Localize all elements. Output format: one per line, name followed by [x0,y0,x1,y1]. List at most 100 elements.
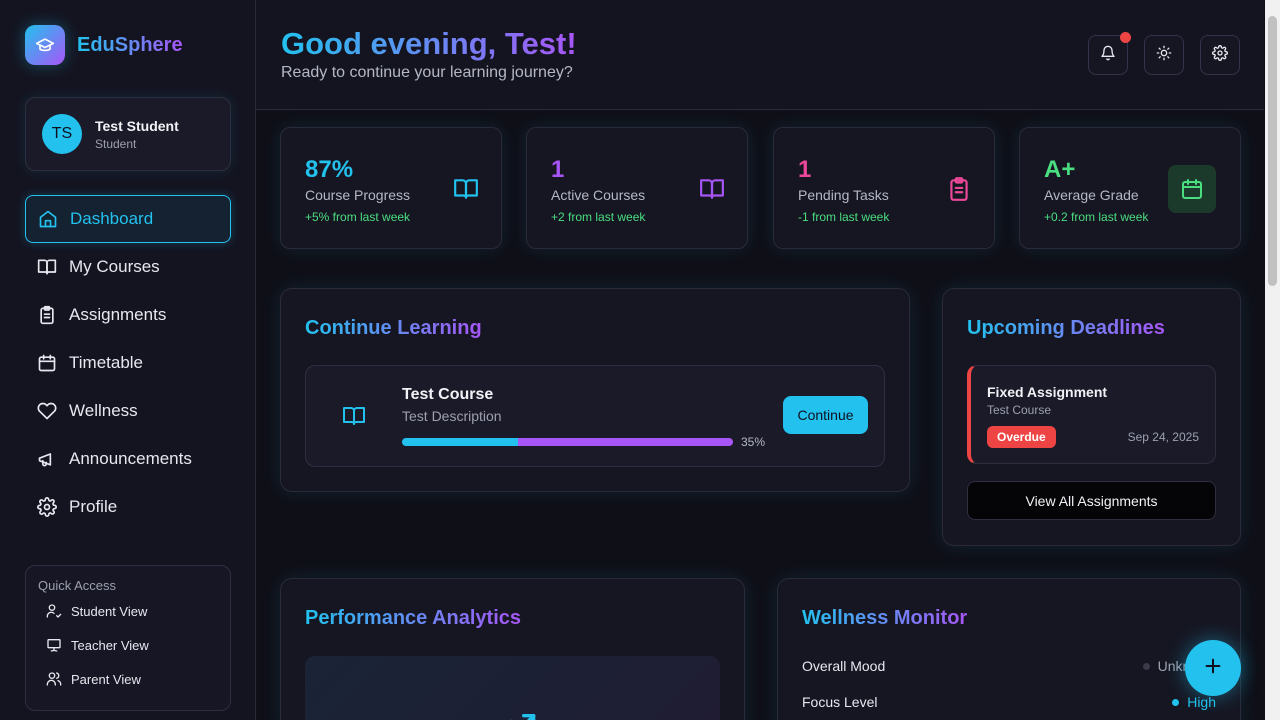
nav-item-assignments[interactable]: Assignments [25,291,231,339]
course-name: Test Course [402,386,494,403]
gear-icon [1212,44,1228,66]
main-nav: Dashboard My Courses Assignments Timetab… [25,195,231,531]
user-check-icon [46,603,62,619]
stat-delta: +2 from last week [551,210,646,224]
nav-label: Wellness [69,401,138,420]
continue-learning-card: Continue Learning Test Course Test Descr… [280,288,910,492]
quick-item-label: Teacher View [71,637,149,653]
nav-item-profile[interactable]: Profile [25,483,231,531]
notification-dot [1120,32,1131,43]
stat-delta: +0.2 from last week [1044,210,1149,224]
sidebar: EduSphere TS Test Student Student Dashbo… [0,0,256,720]
book-icon [699,176,725,202]
heart-icon [37,401,57,421]
nav-label: Profile [69,497,118,516]
greeting-title: Good evening, Test! [281,26,577,61]
course-description: Test Description [402,408,502,424]
nav-item-my-courses[interactable]: My Courses [25,243,231,291]
course-progress-label: 35% [741,435,766,449]
section-title: Upcoming Deadlines [967,317,1165,339]
theme-toggle-button[interactable] [1144,35,1184,75]
upcoming-deadlines-card: Upcoming Deadlines Fixed Assignment Test… [942,288,1241,546]
app-name: EduSphere [77,33,183,56]
book-icon [453,176,479,202]
megaphone-icon [37,449,57,469]
quick-item-parent-view[interactable]: Parent View [38,663,218,695]
calendar-icon [37,353,57,373]
view-all-assignments-button[interactable]: View All Assignments [967,481,1216,520]
avatar: TS [42,114,82,154]
clipboard-icon [37,305,57,325]
user-name: Test Student [95,117,179,134]
app-logo[interactable]: EduSphere [25,25,183,65]
notifications-button[interactable] [1088,32,1131,75]
calendar-icon [1168,165,1216,213]
greeting-subtitle: Ready to continue your learning journey? [281,64,573,81]
stat-card-course-progress: 87% Course Progress +5% from last week [280,127,502,249]
performance-chart-placeholder [305,656,720,720]
section-title: Wellness Monitor [802,607,968,629]
quick-item-student-view[interactable]: Student View [38,595,218,627]
stat-value: 1 [798,156,812,183]
scrollbar-thumb[interactable] [1268,16,1277,286]
nav-item-timetable[interactable]: Timetable [25,339,231,387]
quick-item-label: Parent View [71,671,141,687]
vertical-scrollbar[interactable] [1265,0,1280,720]
section-title: Performance Analytics [305,607,522,629]
user-role: Student [95,136,137,151]
wellness-value-focus: High [1172,694,1216,710]
status-dot [1172,698,1180,706]
nav-label: Timetable [69,353,144,372]
nav-label: Dashboard [70,209,154,228]
stat-label: Active Courses [551,187,646,203]
course-progress-bar [402,438,733,446]
user-card[interactable]: TS Test Student Student [25,97,231,171]
nav-label: Announcements [69,449,192,468]
quick-item-label: Student View [71,603,148,619]
add-fab-button[interactable] [1185,640,1241,696]
plus-icon [1202,655,1224,682]
performance-analytics-card: Performance Analytics [280,578,745,720]
nav-label: My Courses [69,257,160,276]
wellness-label-mood: Overall Mood [802,658,886,674]
quick-access-panel: Quick Access Student View Teacher View P… [25,565,231,711]
stat-card-active-courses: 1 Active Courses +2 from last week [526,127,748,249]
stat-label: Course Progress [305,187,411,203]
wellness-label-focus: Focus Level [802,694,878,710]
continue-button[interactable]: Continue [783,396,868,434]
trending-up-icon [497,704,537,720]
home-icon [38,209,58,229]
stat-value: 87% [305,156,354,183]
bell-icon [1100,45,1116,66]
wellness-monitor-card: Wellness Monitor Overall Mood Unknown Fo… [777,578,1241,720]
graduation-cap-icon [25,25,65,65]
book-icon [37,257,57,277]
deadline-course: Test Course [987,403,1052,417]
status-dot [1142,662,1150,670]
deadline-date: Sep 24, 2025 [1127,430,1199,444]
nav-item-dashboard[interactable]: Dashboard [25,195,231,243]
top-header: Good evening, Test! Ready to continue yo… [256,0,1264,110]
nav-item-announcements[interactable]: Announcements [25,435,231,483]
stat-card-average-grade: A+ Average Grade +0.2 from last week [1019,127,1241,249]
settings-button[interactable] [1200,35,1240,75]
stat-label: Pending Tasks [798,187,889,203]
stat-value: A+ [1044,156,1076,183]
deadline-title: Fixed Assignment [987,384,1108,400]
sun-icon [1156,45,1172,66]
stat-value: 1 [551,156,565,183]
wellness-value-text: High [1187,694,1216,710]
book-icon [342,404,366,433]
presentation-icon [46,637,62,653]
section-title: Continue Learning [305,317,482,339]
course-item[interactable]: Test Course Test Description 35% Continu… [305,365,885,467]
nav-label: Assignments [69,305,167,324]
quick-access-title: Quick Access [38,578,117,593]
nav-item-wellness[interactable]: Wellness [25,387,231,435]
deadline-item[interactable]: Fixed Assignment Test Course Overdue Sep… [967,365,1216,464]
gear-icon [37,497,57,517]
stat-delta: -1 from last week [798,210,890,224]
stat-card-pending-tasks: 1 Pending Tasks -1 from last week [773,127,995,249]
quick-item-teacher-view[interactable]: Teacher View [38,629,218,661]
clipboard-icon [946,176,972,202]
